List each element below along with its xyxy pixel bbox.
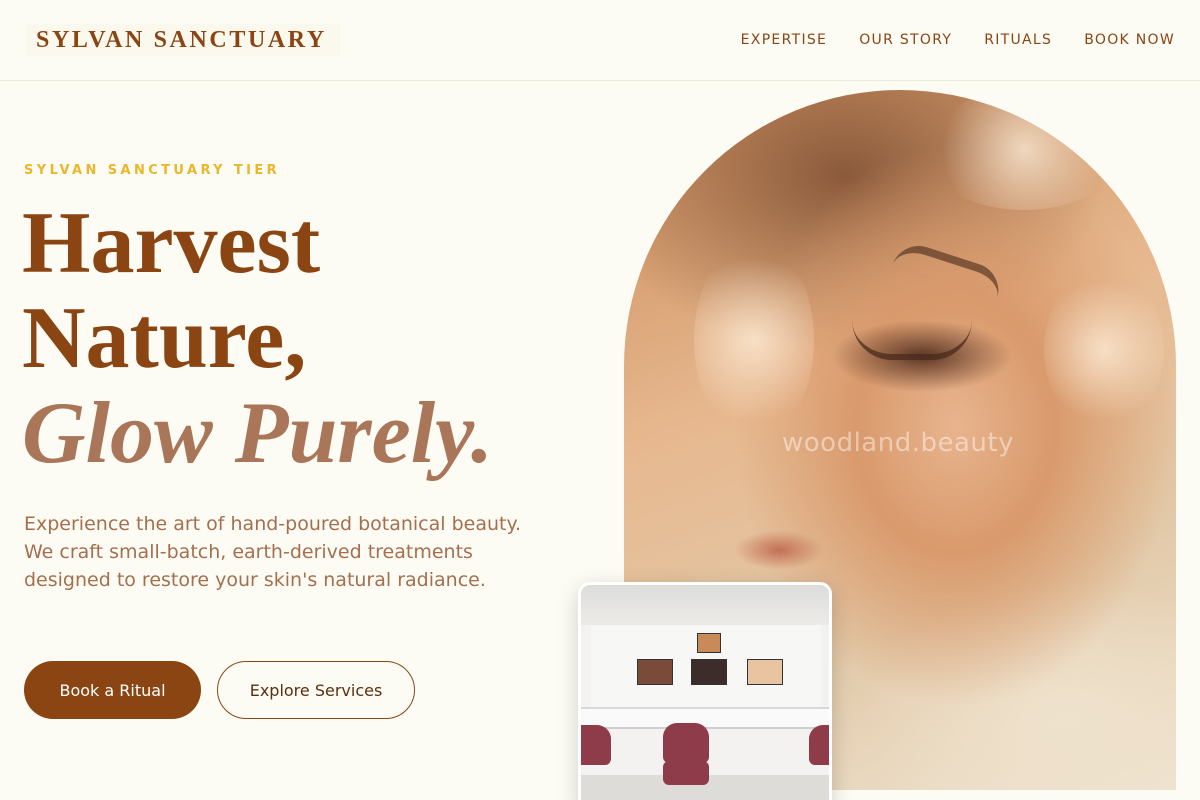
nav-rituals[interactable]: RITUALS (984, 30, 1052, 50)
main-nav: EXPERTISE OUR STORY RITUALS BOOK NOW (741, 30, 1175, 50)
explore-services-button[interactable]: Explore Services (217, 661, 415, 719)
hero-description: Experience the art of hand-poured botani… (24, 513, 522, 591)
logo[interactable]: SYLVAN SANCTUARY (26, 24, 340, 56)
nav-expertise[interactable]: EXPERTISE (741, 30, 828, 50)
salon-interior-image (578, 582, 832, 800)
hero-eyebrow: SYLVAN SANCTUARY TIER (24, 163, 281, 178)
face-eyebrow-shape (892, 238, 1006, 300)
face-closed-eye-shape (852, 320, 972, 360)
image-watermark: woodland.beauty (782, 428, 1014, 458)
face-lips-shape (734, 530, 824, 570)
headline-line-3: Glow Purely. (22, 385, 493, 482)
headline-line-1: Harvest (22, 195, 321, 292)
nav-book-now[interactable]: BOOK NOW (1084, 30, 1175, 50)
headline-line-2: Nature, (22, 290, 307, 387)
nav-our-story[interactable]: OUR STORY (859, 30, 952, 50)
site-header: SYLVAN SANCTUARY EXPERTISE OUR STORY RIT… (0, 0, 1200, 81)
book-ritual-button[interactable]: Book a Ritual (24, 661, 201, 719)
hero-headline: Harvest Nature, Glow Purely. (22, 196, 582, 481)
